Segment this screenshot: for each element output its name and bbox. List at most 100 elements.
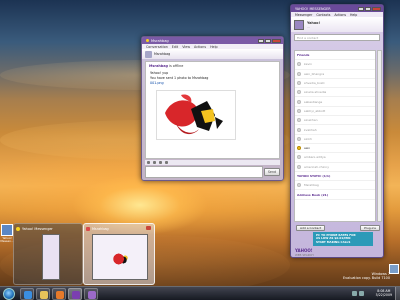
close-icon[interactable] xyxy=(146,226,151,230)
internet-explorer-icon xyxy=(24,291,32,299)
offline-status-icon xyxy=(297,183,301,188)
menu-edit[interactable]: Edit xyxy=(172,45,178,49)
contact-item[interactable]: sinakhan xyxy=(295,116,375,126)
contact-name: asin_bhangra xyxy=(304,71,325,76)
conversation-titlebar[interactable]: Msrahbag xyxy=(142,37,283,44)
message-area: Yahoo! yup You have sent 1 photo to Msra… xyxy=(146,70,279,87)
bold-icon[interactable] xyxy=(153,161,156,164)
contact-name: sinakhan xyxy=(304,118,318,123)
menu-help[interactable]: Help xyxy=(210,45,218,49)
file-transfer-notice: You have sent 1 photo to Msrahbag xyxy=(150,76,209,80)
taskbar-ie-button[interactable] xyxy=(20,288,34,300)
offline-status-icon xyxy=(297,108,301,113)
contact-name: shvedia_bosti xyxy=(304,81,325,86)
font-icon[interactable] xyxy=(159,161,162,164)
advertisement-banner[interactable]: PC TO PHONE RATES FOR AS LOW AS $0.01/MI… xyxy=(313,232,373,246)
thumbnail-label: Yahoo! Messenger xyxy=(22,227,53,231)
maximize-button[interactable] xyxy=(265,38,271,43)
contact-name: sabhyi_abbott xyxy=(304,108,326,113)
contact-item[interactable]: sabastiange xyxy=(295,97,375,107)
contact-name: YAHOO STATIC (1/1) xyxy=(297,174,331,178)
contact-name: sabastiange xyxy=(304,99,323,104)
close-button[interactable] xyxy=(272,38,281,43)
user-name[interactable]: Yahoo! xyxy=(307,21,320,25)
contact-name: Friends xyxy=(297,53,310,58)
menu-actions[interactable]: Actions xyxy=(194,45,206,49)
messenger-title: YAHOO! MESSENGER xyxy=(295,6,331,11)
menu-conversation[interactable]: Conversation xyxy=(146,45,168,49)
contact-group-header[interactable]: YAHOO STATIC (1/1) xyxy=(295,172,375,182)
contact-item[interactable]: shvedia_bosti xyxy=(295,79,375,89)
close-button[interactable] xyxy=(372,6,381,11)
contact-item[interactable]: kvalihah xyxy=(295,125,375,135)
send-button[interactable]: Send xyxy=(264,168,280,176)
contact-name: asin xyxy=(304,146,311,151)
menu-contacts[interactable]: Contacts xyxy=(316,13,330,17)
add-contact-button[interactable]: Add a Contact xyxy=(296,224,326,231)
status-contact-name: Msrahbag xyxy=(149,64,168,68)
contact-name: Msrahbag xyxy=(304,183,319,188)
contact-item[interactable]: asin xyxy=(295,144,375,154)
contact-item[interactable]: sinelia.shvedia xyxy=(295,88,375,98)
contact-group-header[interactable]: Address Book (21) xyxy=(295,190,375,200)
yahoo-smiley-icon xyxy=(146,39,149,42)
color-icon[interactable] xyxy=(165,161,168,164)
incoming-message: Yahoo! yup xyxy=(150,71,169,75)
shared-photo[interactable] xyxy=(156,90,236,140)
taskbar-thumbnail-messenger[interactable]: Yahoo! Messenger xyxy=(13,223,83,285)
contact-item[interactable]: Msrahbag xyxy=(295,181,375,191)
contact-item[interactable]: sabhyi_abbott xyxy=(295,107,375,117)
menu-messenger[interactable]: Messenger xyxy=(295,13,312,17)
ad-line: START MAKING CALLS xyxy=(316,239,351,244)
yahoo-messenger-icon xyxy=(72,291,80,299)
messenger-titlebar[interactable]: YAHOO! MESSENGER xyxy=(291,5,383,12)
system-clock[interactable]: 8:08 AM 5/22/2009 xyxy=(376,289,392,297)
show-desktop-button[interactable] xyxy=(395,287,400,300)
offline-status-icon xyxy=(297,90,301,95)
taskbar-thumbnail-conversation[interactable]: Msrahbag xyxy=(83,223,155,285)
taskbar-media-button[interactable] xyxy=(52,288,66,300)
taskbar-explorer-button[interactable] xyxy=(36,288,50,300)
start-button[interactable] xyxy=(3,288,15,300)
taskbar-app-button[interactable] xyxy=(84,288,98,300)
offline-status-icon xyxy=(297,62,301,67)
thumbnail-title: Yahoo! Messenger xyxy=(16,226,80,232)
message-input[interactable] xyxy=(145,166,263,178)
messenger-window[interactable]: YAHOO! MESSENGER Messenger Contacts Acti… xyxy=(290,4,384,258)
offline-status-icon xyxy=(297,136,301,141)
menu-actions[interactable]: Actions xyxy=(334,13,346,17)
offline-status-icon xyxy=(297,127,301,132)
network-icon[interactable] xyxy=(352,291,357,296)
file-name-link[interactable]: 001.png xyxy=(150,81,275,85)
web-search-label[interactable]: WEB SEARCH xyxy=(295,253,314,257)
contact-item[interactable]: kevin xyxy=(295,60,375,70)
contact-item[interactable]: sinkh xyxy=(295,135,375,144)
message-history[interactable]: Msrahbag is offline Yahoo! yup You have … xyxy=(145,61,280,159)
contact-item[interactable]: americah.chinny xyxy=(295,163,375,172)
taskbar-messenger-button[interactable] xyxy=(68,288,82,300)
formatting-toolbar xyxy=(145,160,280,165)
conversation-window[interactable]: Msrahbag Conversation Edit View Actions … xyxy=(141,36,284,181)
menu-view[interactable]: View xyxy=(182,45,190,49)
plugins-button[interactable]: Plug-ins xyxy=(360,224,380,231)
user-status[interactable]: ... xyxy=(307,25,320,29)
contact-group-header[interactable]: Friends xyxy=(295,51,375,61)
contact-avatar-icon[interactable] xyxy=(145,50,152,58)
yahoo-messenger-desktop-icon[interactable] xyxy=(1,224,13,236)
maximize-button[interactable] xyxy=(365,6,371,11)
contact-list[interactable]: Friends kevin asin_bhangra shvedia_bostisin… xyxy=(294,50,376,222)
menu-help[interactable]: Help xyxy=(350,13,357,17)
thumbnail-preview xyxy=(92,234,148,280)
contact-search-input[interactable]: Find a contact xyxy=(294,34,380,41)
window-controls xyxy=(258,38,283,43)
avatar[interactable] xyxy=(294,19,304,30)
emoticon-icon[interactable] xyxy=(147,161,150,164)
contact-list-scrollbar[interactable] xyxy=(377,50,382,222)
volume-icon[interactable] xyxy=(359,291,364,296)
minimize-button[interactable] xyxy=(358,6,364,11)
contact-item[interactable]: ambani.aditya xyxy=(295,153,375,163)
contact-item[interactable]: asin_bhangra xyxy=(295,70,375,79)
app-icon xyxy=(88,291,96,299)
minimize-button[interactable] xyxy=(258,38,264,43)
recycle-bin-icon[interactable] xyxy=(389,264,399,274)
